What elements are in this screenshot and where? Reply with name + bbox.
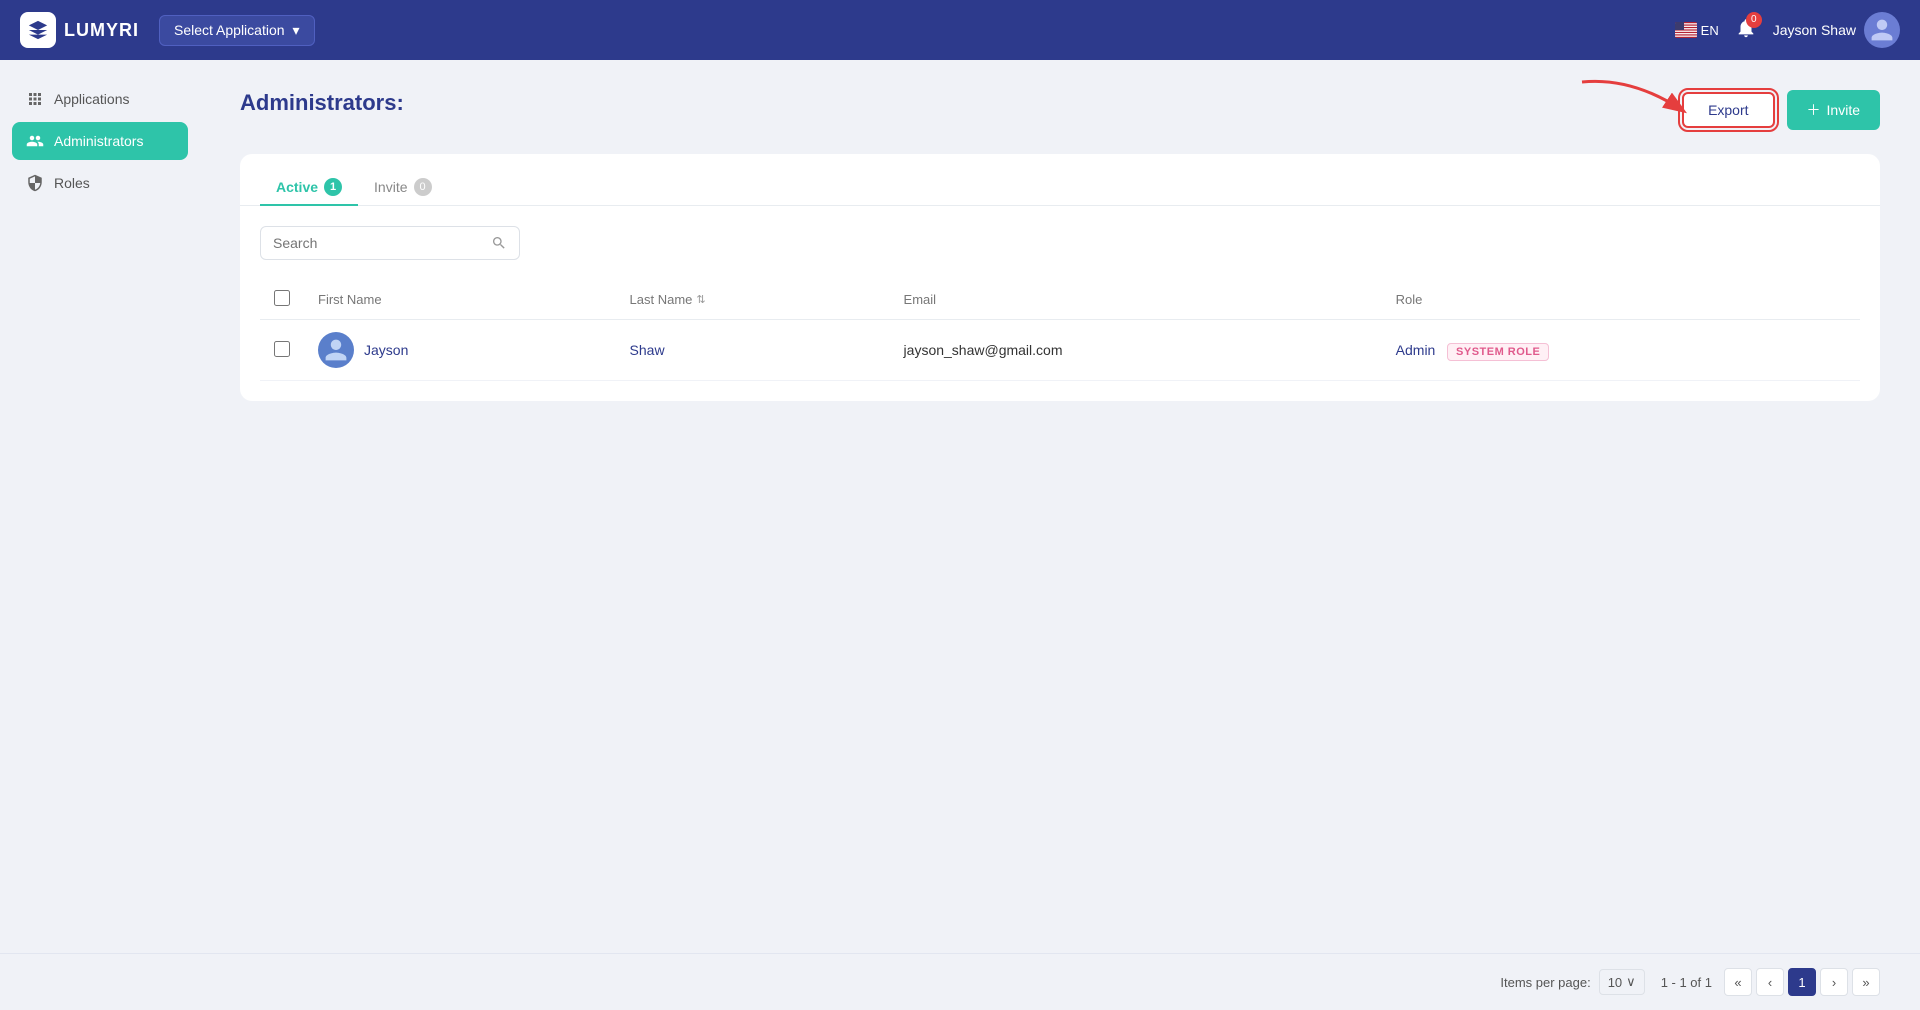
col-header-role: Role: [1382, 280, 1860, 320]
sidebar-item-administrators-label: Administrators: [54, 133, 143, 149]
table-row: Jayson Shaw jayson_shaw@gmail.com Admin …: [260, 320, 1860, 381]
last-page-button[interactable]: »: [1852, 968, 1880, 996]
user-cell: Jayson: [318, 332, 602, 368]
next-page-button[interactable]: ›: [1820, 968, 1848, 996]
tab-invite[interactable]: Invite 0: [358, 170, 447, 206]
invite-label: Invite: [1827, 102, 1860, 118]
sidebar: Applications Administrators Roles: [0, 60, 200, 1010]
col-header-first-name: First Name: [304, 280, 616, 320]
user-name: Jayson Shaw: [1773, 22, 1856, 38]
header-actions: Export ＋ Invite: [1682, 90, 1880, 130]
table-area: First Name Last Name ⇅ Email: [240, 206, 1880, 401]
lang-label: EN: [1701, 23, 1719, 38]
export-button[interactable]: Export: [1682, 92, 1774, 128]
administrators-table: First Name Last Name ⇅ Email: [260, 280, 1860, 381]
logo-icon: [20, 12, 56, 48]
col-header-last-name[interactable]: Last Name ⇅: [616, 280, 890, 320]
notifications-button[interactable]: 0: [1735, 17, 1757, 44]
language-selector[interactable]: EN: [1675, 22, 1719, 38]
items-per-page: Items per page: 10 ∨: [1500, 969, 1644, 995]
tab-invite-label: Invite: [374, 179, 407, 195]
logo-svg: [27, 19, 49, 41]
us-flag-svg: [1675, 22, 1697, 38]
row-avatar-icon: [323, 337, 349, 363]
roles-icon: [26, 174, 44, 192]
search-bar[interactable]: [260, 226, 520, 260]
administrators-icon: [26, 132, 44, 150]
role-value: Admin: [1396, 342, 1436, 358]
row-avatar: [318, 332, 354, 368]
sidebar-item-administrators[interactable]: Administrators: [12, 122, 188, 160]
user-profile[interactable]: Jayson Shaw: [1773, 12, 1900, 48]
first-name: Jayson: [364, 342, 408, 358]
sidebar-item-roles-label: Roles: [54, 175, 90, 191]
header-left: LUMYRI Select Application ▾: [20, 12, 315, 48]
sidebar-item-applications-label: Applications: [54, 91, 130, 107]
header: LUMYRI Select Application ▾ EN: [0, 0, 1920, 60]
tab-active-label: Active: [276, 179, 318, 195]
tab-invite-badge: 0: [414, 178, 432, 196]
per-page-value: 10: [1608, 975, 1622, 990]
select-application-button[interactable]: Select Application ▾: [159, 15, 315, 46]
last-name: Shaw: [616, 320, 890, 381]
email: jayson_shaw@gmail.com: [890, 320, 1382, 381]
search-input[interactable]: [273, 235, 483, 251]
system-role-badge: SYSTEM ROLE: [1447, 343, 1549, 361]
tab-active[interactable]: Active 1: [260, 170, 358, 206]
main-content: Administrators: Export ＋: [200, 60, 1920, 1010]
tabs: Active 1 Invite 0: [240, 154, 1880, 206]
content-card: Active 1 Invite 0: [240, 154, 1880, 401]
select-all-checkbox[interactable]: [274, 290, 290, 306]
chevron-down-icon: ∨: [1626, 974, 1636, 990]
first-page-button[interactable]: «: [1724, 968, 1752, 996]
applications-icon: [26, 90, 44, 108]
row-checkbox[interactable]: [274, 341, 290, 357]
flag-icon: [1675, 22, 1697, 38]
logo: LUMYRI: [20, 12, 139, 48]
chevron-down-icon: ▾: [293, 22, 300, 39]
user-avatar: [1864, 12, 1900, 48]
page-title: Administrators:: [240, 90, 404, 116]
pagination: 1 - 1 of 1 « ‹ 1 › »: [1661, 968, 1880, 996]
layout: Applications Administrators Roles Admini…: [0, 60, 1920, 1010]
logo-text: LUMYRI: [64, 20, 139, 41]
items-per-page-label: Items per page:: [1500, 975, 1590, 990]
invite-button[interactable]: ＋ Invite: [1787, 90, 1880, 130]
header-right: EN 0 Jayson Shaw: [1675, 12, 1900, 48]
footer: Items per page: 10 ∨ 1 - 1 of 1 « ‹ 1 › …: [0, 953, 1920, 1010]
page-header: Administrators: Export ＋: [240, 90, 1880, 130]
prev-page-button[interactable]: ‹: [1756, 968, 1784, 996]
sidebar-item-applications[interactable]: Applications: [12, 80, 188, 118]
col-header-email: Email: [890, 280, 1382, 320]
red-arrow-annotation: [1572, 72, 1692, 132]
notification-badge: 0: [1746, 12, 1762, 28]
page-1-button[interactable]: 1: [1788, 968, 1816, 996]
search-icon: [491, 235, 507, 251]
sort-icon: ⇅: [696, 293, 705, 306]
tab-active-badge: 1: [324, 178, 342, 196]
select-application-label: Select Application: [174, 22, 285, 38]
page-info: 1 - 1 of 1: [1661, 975, 1712, 990]
user-avatar-icon: [1869, 17, 1895, 43]
invite-plus-icon: ＋: [1807, 100, 1821, 120]
per-page-select[interactable]: 10 ∨: [1599, 969, 1645, 995]
export-button-wrapper: Export: [1682, 92, 1774, 128]
sidebar-item-roles[interactable]: Roles: [12, 164, 188, 202]
